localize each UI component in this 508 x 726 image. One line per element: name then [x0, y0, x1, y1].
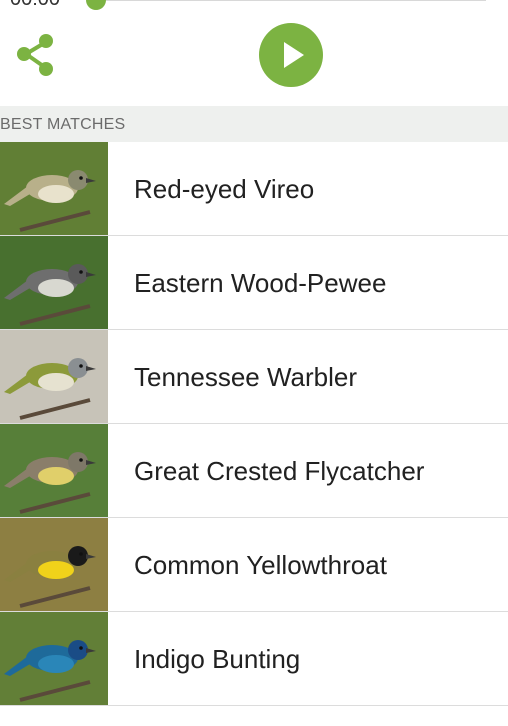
bird-name: Eastern Wood-Pewee [134, 268, 387, 298]
bird-name: Common Yellowthroat [134, 550, 387, 580]
list-item[interactable]: Eastern Wood-Pewee [0, 236, 508, 330]
bird-thumbnail [0, 330, 108, 423]
bird-thumbnail [0, 236, 108, 329]
play-icon [284, 42, 304, 68]
list-item[interactable]: Indigo Bunting [0, 612, 508, 706]
bird-name: Indigo Bunting [134, 644, 301, 674]
bird-thumbnail [0, 518, 108, 611]
bird-thumbnail [0, 142, 108, 235]
bird-name: Red-eyed Vireo [134, 174, 315, 204]
bird-list: Red-eyed Vireo Eastern Wood-Pewee Tennesse… [0, 142, 508, 706]
share-button[interactable] [12, 32, 60, 80]
bird-thumbnail [0, 612, 108, 705]
section-title: BEST MATCHES [0, 116, 126, 133]
progress-knob[interactable] [86, 0, 106, 10]
list-item[interactable]: Tennessee Warbler [0, 330, 508, 424]
list-item[interactable]: Red-eyed Vireo [0, 142, 508, 236]
play-button[interactable] [259, 23, 323, 87]
share-icon [17, 34, 53, 76]
bird-name: Great Crested Flycatcher [134, 456, 425, 486]
bird-thumbnail [0, 424, 108, 517]
list-item[interactable]: Great Crested Flycatcher [0, 424, 508, 518]
section-header: BEST MATCHES [0, 106, 508, 142]
player-controls: 00:00 [0, 0, 508, 106]
elapsed-time: 00:00 [10, 0, 60, 11]
bird-name: Tennessee Warbler [134, 362, 358, 392]
list-item[interactable]: Common Yellowthroat [0, 518, 508, 612]
progress-track[interactable] [96, 0, 486, 1]
